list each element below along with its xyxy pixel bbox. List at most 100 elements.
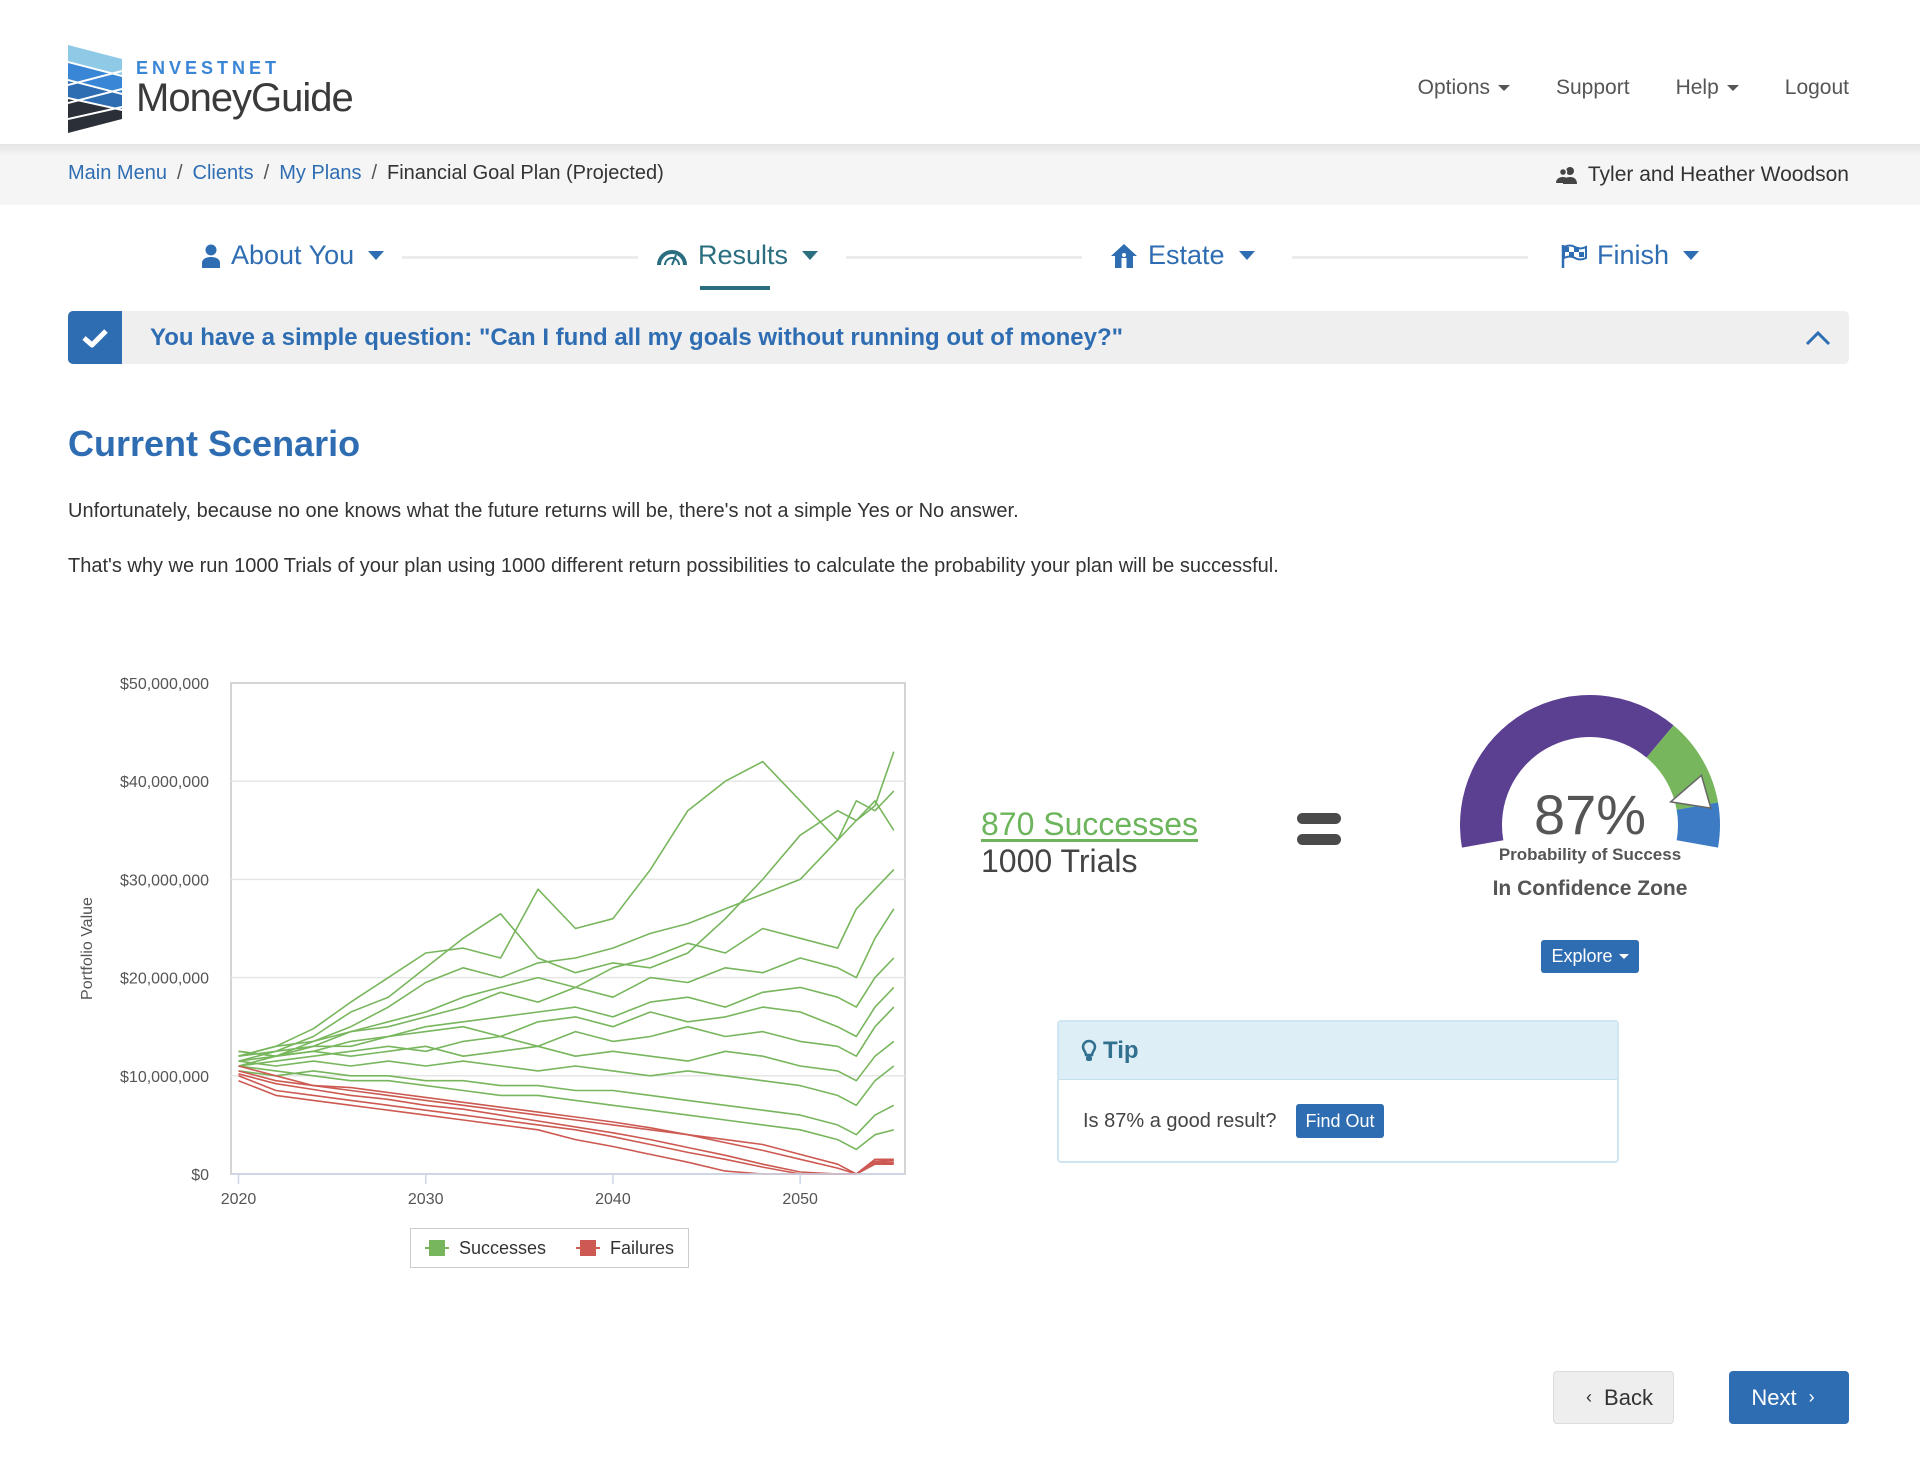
breadcrumb-clients[interactable]: Clients <box>193 162 254 185</box>
plot-area <box>230 682 906 1175</box>
step-connector <box>1292 256 1528 259</box>
envestnet-logo-icon <box>68 45 122 133</box>
page-title: Current Scenario <box>68 423 361 464</box>
tip-panel: Tip Is 87% a good result? Find Out <box>1057 1020 1619 1163</box>
x-tick-label: 2050 <box>782 1191 818 1208</box>
legend-failures[interactable]: Failures <box>576 1238 674 1259</box>
legend-swatch-success <box>424 1240 449 1256</box>
breadcrumb-current: Financial Goal Plan (Projected) <box>387 162 664 184</box>
breadcrumb-separator: / <box>176 162 183 184</box>
nav-help[interactable]: Help <box>1676 76 1739 100</box>
equals-icon <box>1297 813 1341 855</box>
nav-logout[interactable]: Logout <box>1785 76 1849 100</box>
gauge-icon <box>657 249 687 265</box>
probability-value: 87% <box>1533 783 1647 846</box>
legend-swatch-failure <box>576 1240 600 1256</box>
y-tick-label: $40,000,000 <box>120 774 209 791</box>
y-tick-label: $10,000,000 <box>120 1069 209 1086</box>
top-nav: Options Support Help Logout <box>1418 76 1849 100</box>
lightbulb-icon <box>1081 1039 1097 1061</box>
client-name-text: Tyler and Heather Woodson <box>1587 163 1849 186</box>
caret-down-icon <box>1683 251 1700 260</box>
nav-support[interactable]: Support <box>1556 76 1630 100</box>
x-tick-label: 2020 <box>221 1191 257 1208</box>
nav-help-label: Help <box>1675 76 1719 99</box>
successes-link[interactable]: 870 Successes <box>981 806 1198 842</box>
banner-text: You have a simple question: "Can I fund … <box>150 323 1124 351</box>
next-label: Next <box>1751 1384 1797 1410</box>
nav-logout-label: Logout <box>1784 76 1849 99</box>
step-connector <box>402 256 638 259</box>
flag-checkered-icon <box>1561 244 1587 268</box>
step-results[interactable]: Results <box>656 240 819 290</box>
app-header: ENVESTNET MoneyGuide Options Support Hel… <box>0 0 1920 144</box>
results-summary: 870 Successes 1000 Trials <box>981 806 1198 880</box>
nav-options[interactable]: Options <box>1418 76 1510 100</box>
explore-button[interactable]: Explore <box>1541 940 1639 973</box>
chevron-left-icon: ‹ <box>1586 1387 1593 1407</box>
y-axis-title: Portfolio Value <box>79 897 96 1000</box>
step-connector <box>846 256 1082 259</box>
check-icon <box>82 328 108 347</box>
caret-down-icon <box>1726 85 1739 91</box>
breadcrumb-my-plans[interactable]: My Plans <box>279 162 361 185</box>
find-out-button[interactable]: Find Out <box>1296 1104 1384 1138</box>
caret-down-icon <box>1238 251 1255 260</box>
banner-check-box <box>68 311 122 364</box>
legend-label: Successes <box>458 1237 546 1258</box>
caret-down-icon <box>1498 85 1510 91</box>
step-label: Estate <box>1148 240 1225 270</box>
client-name[interactable]: Tyler and Heather Woodson <box>1555 163 1849 187</box>
active-step-indicator <box>700 286 770 290</box>
step-estate[interactable]: Estate <box>1110 240 1255 271</box>
probability-caption: Probability of Success <box>1498 845 1682 864</box>
explore-label: Explore <box>1551 946 1613 966</box>
user-icon <box>202 244 220 268</box>
caret-down-icon <box>802 251 819 260</box>
tip-body: Is 87% a good result? Find Out <box>1059 1080 1617 1162</box>
trials-count: 1000 Trials <box>981 843 1138 879</box>
chevron-right-icon: › <box>1808 1387 1815 1407</box>
caret-down-icon <box>368 251 385 260</box>
y-tick-label: $30,000,000 <box>120 872 209 889</box>
y-tick-label: $50,000,000 <box>120 676 209 693</box>
confidence-zone-label: In Confidence Zone <box>1492 877 1688 900</box>
y-tick-label: $0 <box>191 1167 209 1184</box>
chevron-up-icon[interactable] <box>1805 330 1831 346</box>
users-icon <box>1555 167 1577 184</box>
breadcrumb: Main Menu / Clients / My Plans / Financial … <box>68 162 664 185</box>
nav-support-label: Support <box>1556 76 1630 99</box>
caret-down-icon <box>1618 954 1629 959</box>
portfolio-chart: $0 $10,000,000 $20,000,000 $30,000,000 $40,0… <box>60 660 940 1280</box>
legend-label: Failures <box>610 1237 675 1258</box>
step-label: Results <box>698 240 789 270</box>
chart-svg: $0 $10,000,000 $20,000,000 $30,000,000 $40,0… <box>79 676 906 1208</box>
step-label: Finish <box>1597 240 1670 270</box>
y-tick-label: $20,000,000 <box>120 971 209 988</box>
tip-header: Tip <box>1059 1022 1617 1080</box>
step-label: About You <box>231 240 355 270</box>
x-tick-label: 2040 <box>595 1191 631 1208</box>
next-button[interactable]: Next › <box>1729 1371 1849 1424</box>
chart-gridlines <box>230 682 906 1175</box>
back-button[interactable]: ‹ Back <box>1553 1371 1674 1424</box>
breadcrumb-bar: Main Menu / Clients / My Plans / Financial … <box>0 144 1920 205</box>
step-about-you[interactable]: About You <box>201 240 385 271</box>
logo-product: MoneyGuide <box>136 76 354 120</box>
tip-title: Tip <box>1103 1036 1139 1064</box>
x-tick-label: 2030 <box>408 1191 444 1208</box>
breadcrumb-separator: / <box>371 162 378 184</box>
logo-brand: ENVESTNET <box>136 58 281 78</box>
breadcrumb-main-menu[interactable]: Main Menu <box>68 162 167 185</box>
home-icon <box>1111 243 1137 268</box>
trials-paragraph: That's why we run 1000 Trials of your pl… <box>68 555 1279 577</box>
breadcrumb-separator: / <box>263 162 270 184</box>
nav-options-label: Options <box>1417 76 1490 99</box>
logo[interactable]: ENVESTNET MoneyGuide <box>68 45 354 133</box>
step-finish[interactable]: Finish <box>1561 240 1700 271</box>
chart-legend: Successes Failures <box>410 1228 689 1268</box>
question-banner[interactable]: You have a simple question: "Can I fund … <box>68 311 1849 364</box>
intro-paragraph: Unfortunately, because no one knows what… <box>68 500 1019 522</box>
back-label: Back <box>1604 1384 1653 1410</box>
legend-successes[interactable]: Successes <box>424 1237 546 1259</box>
